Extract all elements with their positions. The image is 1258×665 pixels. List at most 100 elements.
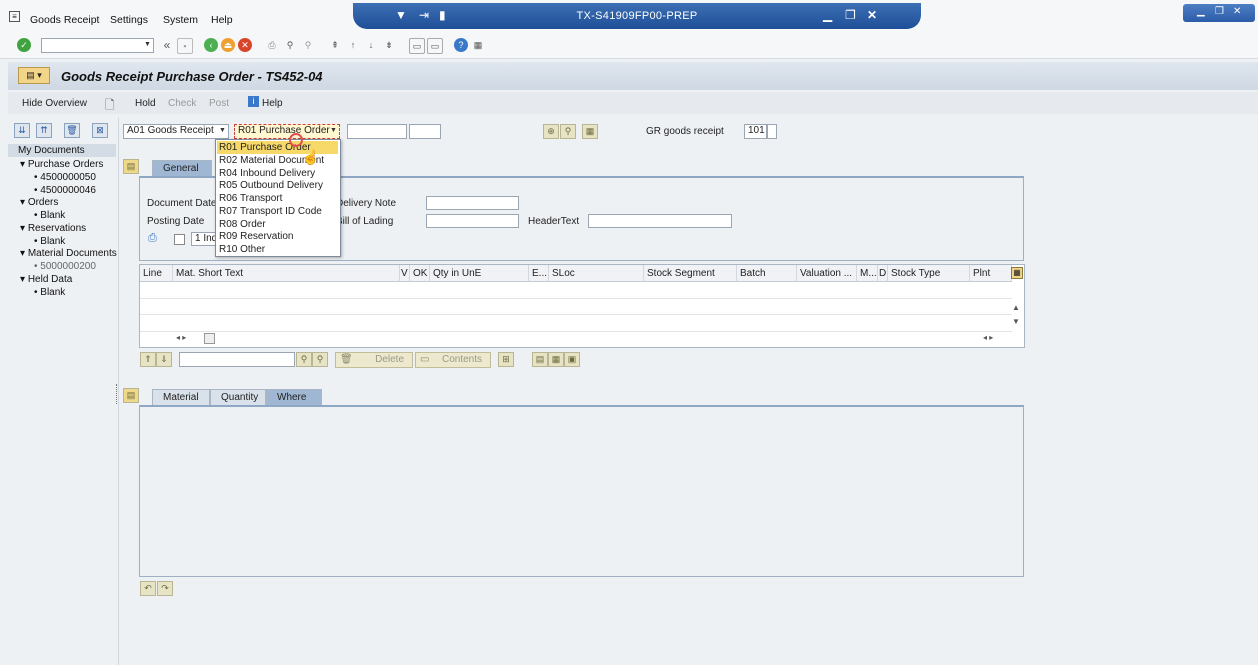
layout-menu-icon[interactable]: ▦ <box>471 38 485 52</box>
find-next-icon[interactable]: ⚲ <box>301 38 315 52</box>
find-icon[interactable]: ⚲ <box>283 38 297 52</box>
col-stock-segment[interactable]: Stock Segment <box>644 265 737 282</box>
col-valuation[interactable]: Valuation ... <box>797 265 857 282</box>
stock-overview-icon[interactable]: ▤ <box>532 352 548 367</box>
option-r04-inbound-delivery[interactable]: R04 Inbound Delivery <box>217 167 338 180</box>
first-page-icon[interactable]: ⇞ <box>328 38 342 52</box>
close-icon[interactable]: ✕ <box>867 8 877 22</box>
hold-button[interactable]: Hold <box>135 98 156 109</box>
select-all-icon[interactable]: ⇑ <box>140 352 156 367</box>
header-text-input[interactable] <box>588 214 732 228</box>
tree-purchase-orders[interactable]: ▾ Purchase Orders <box>20 159 103 170</box>
tree-orders[interactable]: ▾ Orders <box>20 197 58 208</box>
close-panel-button[interactable]: ⊠ <box>92 123 108 138</box>
movement-type-extra[interactable] <box>767 124 777 139</box>
help-icon[interactable]: ? <box>454 38 468 52</box>
delivery-note-input[interactable] <box>426 196 519 210</box>
hide-overview-button[interactable]: Hide Overview <box>22 98 87 109</box>
tab-general[interactable]: General <box>152 160 212 176</box>
table-row[interactable] <box>140 298 1012 299</box>
tab-where[interactable]: Where <box>266 389 322 405</box>
tree-po-1[interactable]: • 4500000050 <box>34 172 96 183</box>
tree-reservations[interactable]: ▾ Reservations <box>20 223 86 234</box>
detail-toggle-icon[interactable]: ▤ <box>123 388 139 403</box>
scroll-left-icon[interactable]: ◂ ▸ <box>176 333 186 342</box>
print-icon[interactable]: ⎙ <box>265 38 279 52</box>
col-plnt[interactable]: Plnt <box>970 265 1012 282</box>
col-mat-short-text[interactable]: Mat. Short Text <box>173 265 400 282</box>
table-row[interactable] <box>140 331 1012 332</box>
save-icon[interactable]: ▪ <box>177 38 193 54</box>
option-r05-outbound-delivery[interactable]: R05 Outbound Delivery <box>217 179 338 192</box>
reference-number-input[interactable] <box>347 124 407 139</box>
command-dropdown-icon[interactable]: ▼ <box>142 39 153 51</box>
new-document-icon[interactable]: 🗋 <box>105 96 115 117</box>
tree-my-documents[interactable]: My Documents <box>18 145 85 156</box>
delete-node-button[interactable]: 🗑 <box>64 123 80 138</box>
tree-reservations-blank[interactable]: • Blank <box>34 236 65 247</box>
next-item-icon[interactable]: ↷ <box>157 581 173 596</box>
delete-button[interactable]: 🗑 Delete <box>335 352 413 368</box>
bill-of-lading-input[interactable] <box>426 214 519 228</box>
previous-page-icon[interactable]: ↑ <box>346 38 360 52</box>
post-button[interactable]: Post <box>209 98 229 109</box>
reference-document-select[interactable]: R01 Purchase Order ▼ <box>234 124 340 139</box>
cancel-icon[interactable]: ✕ <box>238 38 252 52</box>
col-v[interactable]: V <box>400 265 410 282</box>
column-settings-icon[interactable]: ▦ <box>1011 267 1023 279</box>
scroll-right-icon[interactable]: ◂ ▸ <box>983 333 993 342</box>
shortcut-icon[interactable]: ▭ <box>427 38 443 54</box>
expand-all-button[interactable]: ⇊ <box>14 123 30 138</box>
find-item-icon[interactable]: ⚲ <box>296 352 312 367</box>
col-line[interactable]: Line <box>140 265 173 282</box>
search-icon[interactable]: ⚲ <box>560 124 576 139</box>
previous-item-icon[interactable]: ↶ <box>140 581 156 596</box>
contents-button[interactable]: ▭ Contents <box>415 352 491 368</box>
col-stock-type[interactable]: Stock Type <box>888 265 970 282</box>
window-minimize-icon[interactable]: ▁ <box>1197 6 1205 17</box>
movement-type-input[interactable]: 101 <box>744 124 767 139</box>
option-r02-material-document[interactable]: R02 Material Document <box>217 154 338 167</box>
tree-held-data[interactable]: ▾ Held Data <box>20 274 72 285</box>
help-button[interactable]: Help <box>262 98 283 109</box>
deselect-all-icon[interactable]: ⇓ <box>156 352 172 367</box>
col-m[interactable]: M... <box>857 265 878 282</box>
reference-dropdown-icon[interactable]: ▼ <box>328 125 339 137</box>
col-sloc[interactable]: SLoc <box>549 265 644 282</box>
menu-help[interactable]: Help <box>211 14 233 26</box>
tree-matdoc-1[interactable]: • 5000000200 <box>34 261 96 272</box>
window-close-icon[interactable]: ✕ <box>1233 6 1241 17</box>
tree-material-documents[interactable]: ▾ Material Documents <box>20 248 117 259</box>
action-select[interactable]: A01 Goods Receipt ▼ <box>123 124 229 139</box>
col-ok[interactable]: OK <box>410 265 430 282</box>
option-r07-transport-id-code[interactable]: R07 Transport ID Code <box>217 205 338 218</box>
document-overview-icon[interactable]: ▤ ▾ <box>18 67 50 84</box>
check-button[interactable]: Check <box>168 98 196 109</box>
option-r01-purchase-order[interactable]: R01 Purchase Order <box>217 141 338 154</box>
tab-material[interactable]: Material <box>152 389 210 405</box>
print-checkbox[interactable] <box>174 234 185 245</box>
restore-icon[interactable]: ❐ <box>845 8 856 22</box>
action-dropdown-icon[interactable]: ▼ <box>217 125 228 137</box>
enter-check-icon[interactable]: ✓ <box>17 38 31 52</box>
detail-icon[interactable]: ▣ <box>564 352 580 367</box>
header-toggle-icon[interactable]: ▤ <box>123 159 139 174</box>
collapse-all-button[interactable]: ⇈ <box>36 123 52 138</box>
option-r09-reservation[interactable]: R09 Reservation <box>217 230 338 243</box>
tree-held-blank[interactable]: • Blank <box>34 287 65 298</box>
menu-settings[interactable]: Settings <box>110 14 148 26</box>
tree-orders-blank[interactable]: • Blank <box>34 210 65 221</box>
last-page-icon[interactable]: ⇟ <box>382 38 396 52</box>
scroll-down-icon[interactable]: ▼ <box>1012 317 1020 326</box>
window-restore-icon[interactable]: ❐ <box>1215 6 1224 17</box>
tab-quantity[interactable]: Quantity <box>210 389 266 405</box>
material-overview-icon[interactable]: ▦ <box>548 352 564 367</box>
menu-system[interactable]: System <box>163 14 198 26</box>
option-r10-other[interactable]: R10 Other <box>217 243 338 256</box>
new-session-icon[interactable]: ▭ <box>409 38 425 54</box>
settings-grid-icon[interactable]: ▦ <box>582 124 598 139</box>
execute-icon[interactable]: ⊕ <box>543 124 559 139</box>
tree-po-2[interactable]: • 4500000046 <box>34 185 96 196</box>
menu-icon[interactable]: ≡ <box>9 11 20 22</box>
col-qty-in-une[interactable]: Qty in UnE <box>430 265 529 282</box>
